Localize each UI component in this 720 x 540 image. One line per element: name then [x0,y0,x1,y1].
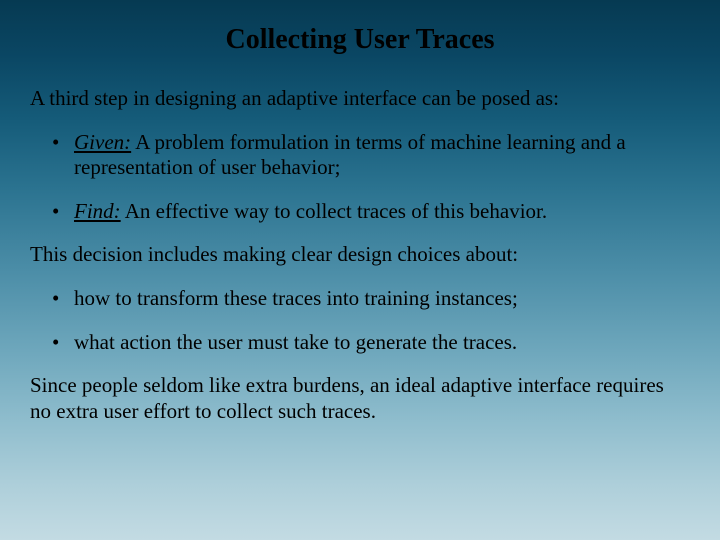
list-item: what action the user must take to genera… [52,330,690,356]
list-item: Find: An effective way to collect traces… [52,199,690,225]
bullet-list-2: how to transform these traces into train… [30,286,690,355]
middle-paragraph: This decision includes making clear desi… [30,242,690,268]
bullet-list-1: Given: A problem formulation in terms of… [30,130,690,225]
bullet-lead: Given: [74,130,131,154]
bullet-rest: An effective way to collect traces of th… [121,199,547,223]
bullet-lead: Find: [74,199,121,223]
list-item: how to transform these traces into train… [52,286,690,312]
slide: Collecting User Traces A third step in d… [0,0,720,540]
list-item: Given: A problem formulation in terms of… [52,130,690,181]
intro-paragraph: A third step in designing an adaptive in… [30,86,690,112]
slide-title: Collecting User Traces [30,24,690,56]
closing-paragraph: Since people seldom like extra burdens, … [30,373,690,424]
bullet-rest: A problem formulation in terms of machin… [74,130,626,180]
